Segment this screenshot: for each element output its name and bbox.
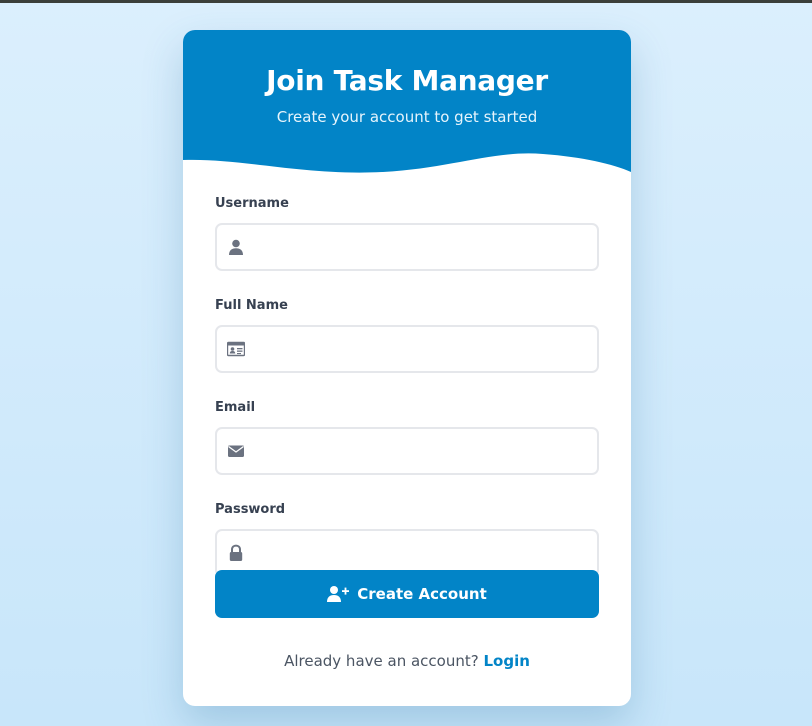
user-plus-icon: [327, 586, 350, 602]
lock-icon: [229, 544, 243, 561]
email-input[interactable]: [255, 429, 585, 473]
signup-card: Join Task Manager Create your account to…: [183, 30, 631, 706]
page-subtitle: Create your account to get started: [276, 108, 538, 126]
username-input-wrapper[interactable]: [215, 223, 599, 271]
password-input[interactable]: [255, 531, 585, 575]
window-top-border: [0, 0, 812, 3]
login-link[interactable]: Login: [483, 652, 529, 670]
email-input-wrapper[interactable]: [215, 427, 599, 475]
envelope-icon: [228, 445, 244, 457]
email-field-group: Email: [215, 399, 599, 475]
id-card-icon: [227, 341, 245, 357]
user-icon: [229, 239, 243, 255]
login-prompt: Already have an account? Login: [183, 652, 631, 670]
signup-form: Username Full Name Email Password: [215, 195, 599, 603]
create-account-label: Create Account: [357, 585, 487, 603]
email-label: Email: [215, 400, 256, 415]
username-field-group: Username: [215, 195, 599, 271]
card-header: Join Task Manager Create your account to…: [183, 30, 631, 208]
fullname-field-group: Full Name: [215, 297, 599, 373]
login-prompt-text: Already have an account?: [284, 652, 479, 670]
password-field-group: Password: [215, 501, 599, 577]
fullname-input[interactable]: [255, 327, 585, 371]
username-input[interactable]: [255, 225, 585, 269]
fullname-input-wrapper[interactable]: [215, 325, 599, 373]
fullname-label: Full Name: [215, 298, 288, 313]
username-label: Username: [215, 196, 289, 211]
page-title: Join Task Manager: [266, 64, 548, 97]
create-account-button[interactable]: Create Account: [215, 570, 599, 618]
password-label: Password: [215, 502, 286, 517]
